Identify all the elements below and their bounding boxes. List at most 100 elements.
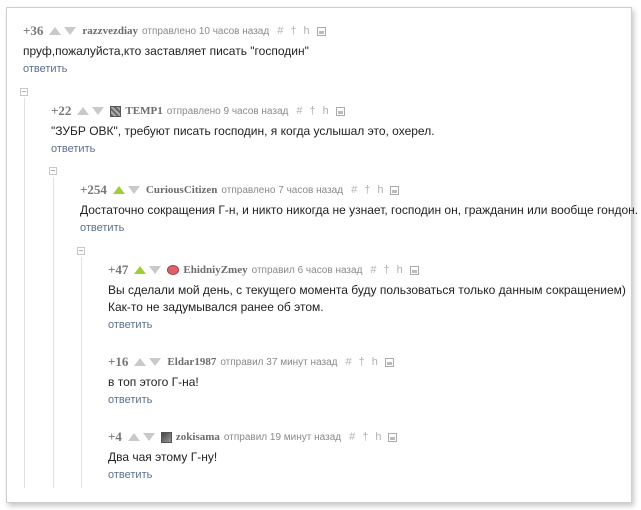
thread-line (53, 177, 54, 488)
collapse-toggle[interactable] (49, 167, 57, 175)
upvote-icon[interactable] (134, 358, 147, 366)
downvote-icon[interactable] (149, 358, 162, 366)
parent-icon[interactable]: h (372, 356, 378, 368)
comment-score: +47 (108, 262, 129, 277)
reply-link[interactable]: ответить (23, 63, 326, 77)
upvote-icon[interactable] (77, 107, 90, 115)
parent-icon[interactable]: h (397, 264, 403, 276)
permalink-icon[interactable]: # (346, 356, 352, 368)
comment-score: +36 (23, 23, 44, 38)
downvote-icon[interactable] (64, 27, 77, 35)
comment-username[interactable]: TEMP1 (125, 105, 162, 117)
permalink-icon[interactable]: # (349, 431, 355, 443)
dagger-icon[interactable]: † (309, 105, 315, 117)
dagger-icon[interactable]: † (290, 25, 296, 37)
parent-icon[interactable]: h (323, 105, 329, 117)
permalink-icon[interactable]: # (351, 184, 357, 196)
collapse-toggle[interactable] (77, 247, 85, 255)
comment-score: +16 (108, 354, 129, 369)
parent-icon[interactable]: h (377, 184, 383, 196)
reply-link[interactable]: ответить (108, 469, 397, 483)
egg-avatar-icon[interactable] (167, 265, 180, 275)
save-icon[interactable] (409, 265, 419, 275)
comment-username[interactable]: Eldar1987 (167, 356, 216, 368)
comment-tools: # † h (346, 356, 394, 368)
comment-header: +16 Eldar1987 отправил 37 минут назад # … (108, 354, 394, 369)
comment-header: +4 zokisama отправил 19 минут назад # † … (108, 429, 398, 444)
comment-text-line: Два чая этому Г-ну! (108, 450, 218, 464)
comment-text-line: Как-то не задумывался ранее об этом. (108, 300, 324, 314)
save-icon[interactable] (384, 357, 394, 367)
comment-text-line: Достаточно сокращения Г-н, и никто никог… (80, 203, 639, 217)
comment: +16 Eldar1987 отправил 37 минут назад # … (108, 354, 394, 408)
comment-timestamp[interactable]: отправил 37 минут назад (220, 357, 337, 368)
comment-text: пруф,пожалуйста,кто заставляет писать "г… (23, 43, 326, 60)
downvote-icon[interactable] (142, 433, 155, 441)
comment-username[interactable]: EhidniyZmey (183, 264, 247, 276)
upvote-icon[interactable] (49, 27, 62, 35)
comment-header: +22 TEMP1 отправлено 9 часов назад # † h (51, 103, 435, 118)
pixel-avatar-icon[interactable] (110, 105, 122, 117)
downvote-icon[interactable] (92, 107, 105, 115)
parent-icon[interactable]: h (303, 25, 309, 37)
comment-text-line: пруф,пожалуйста,кто заставляет писать "г… (23, 44, 309, 58)
upvote-icon[interactable] (127, 433, 140, 441)
reply-link[interactable]: ответить (108, 319, 626, 333)
upvote-icon[interactable] (134, 266, 147, 274)
dagger-icon[interactable]: † (359, 356, 365, 368)
save-icon[interactable] (335, 106, 345, 116)
thread-line (24, 98, 25, 488)
save-icon[interactable] (390, 185, 400, 195)
dagger-icon[interactable]: † (364, 184, 370, 196)
comment: +4 zokisama отправил 19 минут назад # † … (108, 429, 398, 483)
downvote-icon[interactable] (127, 186, 140, 194)
comment-text-line: "ЗУБР ОВК", требуют писать господин, я к… (51, 124, 435, 138)
comment-header: +254 CuriousCitizen отправлено 7 часов н… (80, 182, 638, 197)
comment-score: +4 (108, 429, 122, 444)
comment-username[interactable]: razzvezdiay (82, 25, 138, 37)
comment-text-line: Вы сделали мой день, с текущего момента … (108, 283, 626, 297)
comment-timestamp[interactable]: отправил 19 минут назад (224, 432, 341, 443)
reply-link[interactable]: ответить (80, 222, 638, 236)
comment-timestamp[interactable]: отправлено 10 часов назад (142, 26, 269, 37)
gray-avatar-icon[interactable] (160, 431, 172, 443)
comment-header: +36 razzvezdiay отправлено 10 часов наза… (23, 23, 326, 38)
comment-text: в топ этого Г-на! (108, 374, 394, 391)
comments-panel (6, 7, 632, 503)
parent-icon[interactable]: h (375, 431, 381, 443)
permalink-icon[interactable]: # (277, 25, 283, 37)
comment: +22 TEMP1 отправлено 9 часов назад # † h… (51, 103, 435, 157)
collapse-toggle[interactable] (20, 88, 28, 96)
reply-link[interactable]: ответить (51, 143, 435, 157)
comment-tools: # † h (296, 105, 345, 117)
comment-tools: # † h (277, 25, 326, 37)
save-icon[interactable] (388, 432, 398, 442)
comment: +254 CuriousCitizen отправлено 7 часов н… (80, 182, 638, 236)
comment: +36 razzvezdiay отправлено 10 часов наза… (23, 23, 326, 77)
downvote-icon[interactable] (149, 266, 162, 274)
comment-text-line: в топ этого Г-на! (108, 375, 199, 389)
comment-text: Два чая этому Г-ну! (108, 449, 397, 466)
reply-link[interactable]: ответить (108, 394, 394, 408)
comment-timestamp[interactable]: отправил 6 часов назад (252, 265, 363, 276)
comment-username[interactable]: zokisama (176, 431, 220, 443)
comment-username[interactable]: CuriousCitizen (146, 184, 218, 196)
comment-text: Вы сделали мой день, с текущего момента … (108, 282, 626, 316)
comment-tools: # † h (349, 431, 398, 443)
permalink-icon[interactable]: # (370, 264, 376, 276)
comment-tools: # † h (370, 264, 419, 276)
dagger-icon[interactable]: † (362, 431, 368, 443)
comment-score: +254 (80, 182, 107, 197)
save-icon[interactable] (316, 26, 326, 36)
comment-score: +22 (51, 103, 72, 118)
comment-timestamp[interactable]: отправлено 7 часов назад (221, 185, 343, 196)
comment: +47 EhidniyZmey отправил 6 часов назад #… (108, 262, 626, 333)
comment-text: Достаточно сокращения Г-н, и никто никог… (80, 202, 638, 219)
upvote-icon[interactable] (112, 186, 125, 194)
permalink-icon[interactable]: # (296, 105, 302, 117)
comment-timestamp[interactable]: отправлено 9 часов назад (167, 106, 289, 117)
comment-text: "ЗУБР ОВК", требуют писать господин, я к… (51, 123, 435, 140)
comment-header: +47 EhidniyZmey отправил 6 часов назад #… (108, 262, 626, 277)
thread-line (81, 257, 82, 488)
dagger-icon[interactable]: † (384, 264, 390, 276)
